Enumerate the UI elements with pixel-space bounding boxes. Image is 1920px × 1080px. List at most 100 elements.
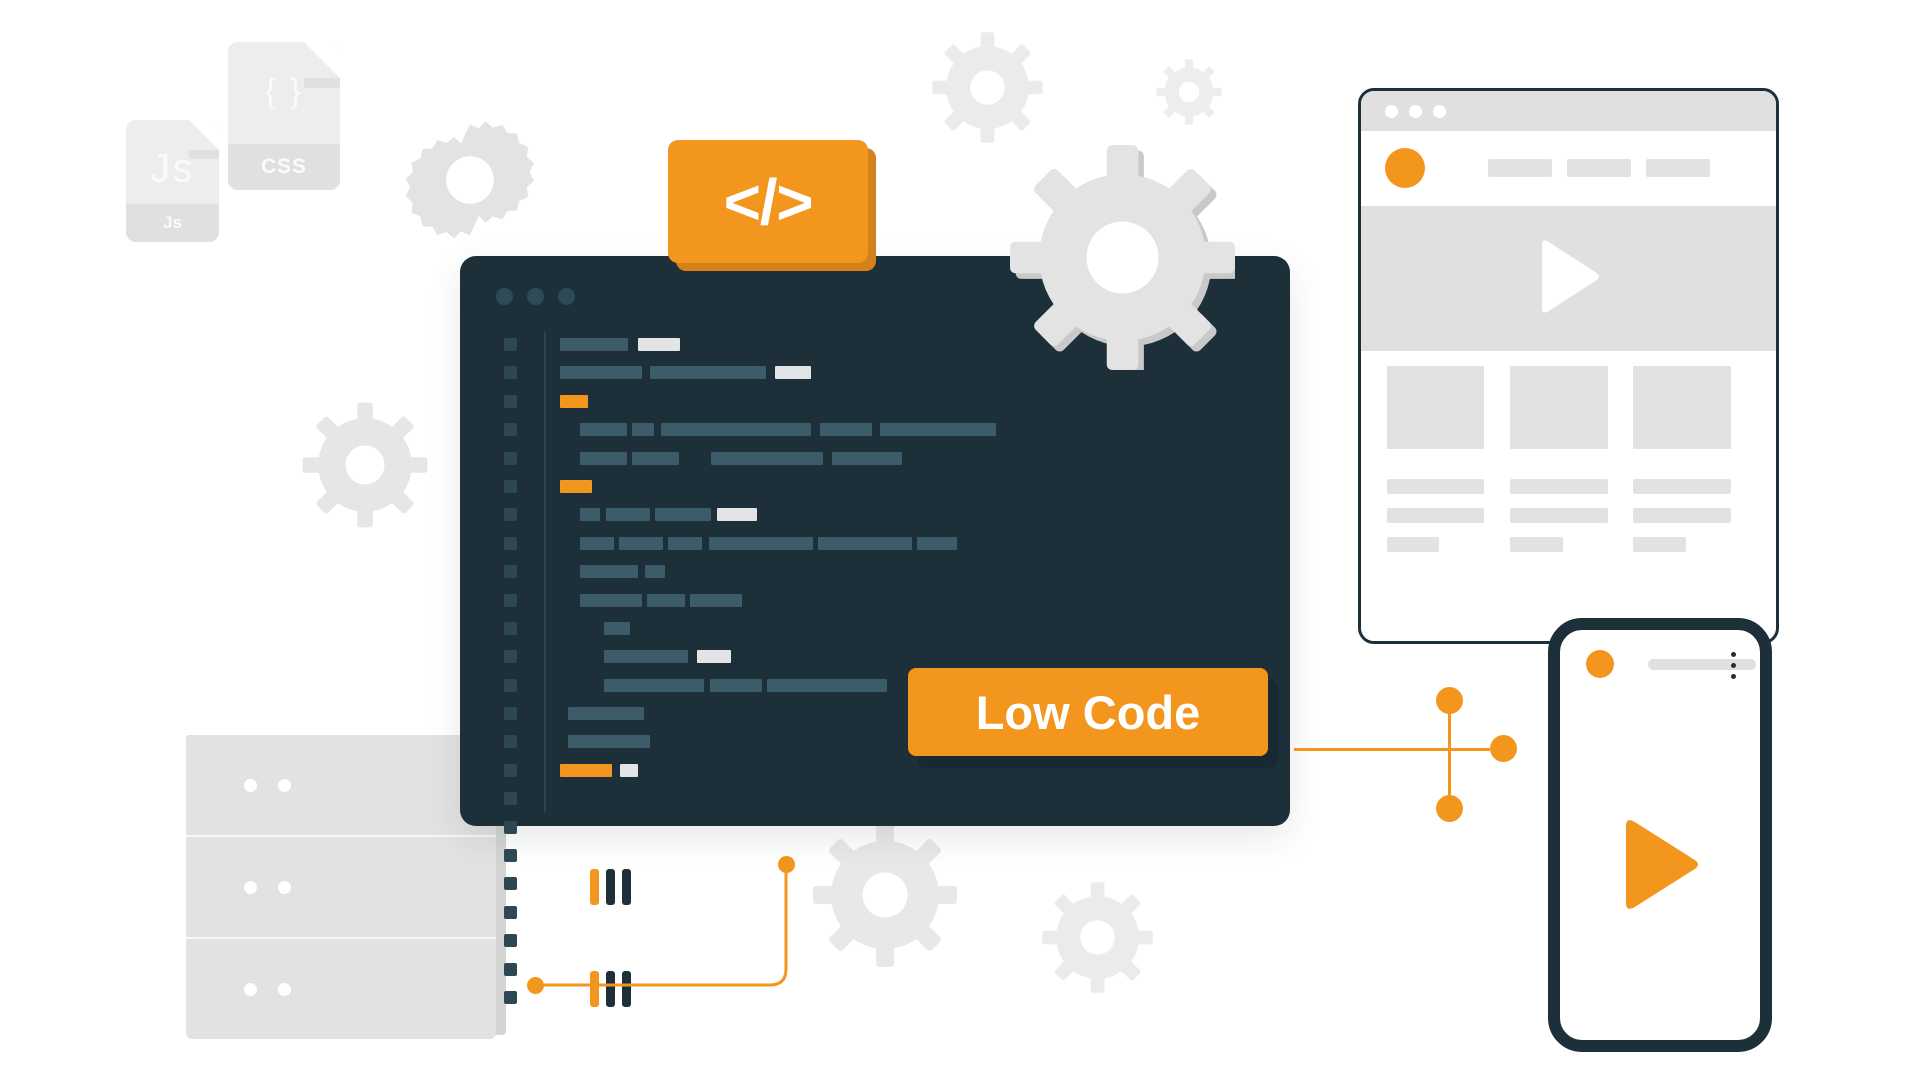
code-token [767,678,887,692]
phone-mockup[interactable] [1548,618,1772,1052]
code-token [604,650,688,664]
code-token [710,678,762,692]
card-text-line [1387,479,1484,494]
browser-dot-minimize[interactable] [1409,105,1422,118]
gear-icon-main [1010,145,1235,370]
card-thumbnail [1633,366,1731,449]
gear-icon-small-top [930,30,1045,145]
code-line [560,508,1290,522]
code-token [880,423,996,437]
browser-dot-maximize[interactable] [1433,105,1446,118]
card-thumbnail [1387,366,1484,449]
code-string-token [717,508,757,522]
code-keyword-token [560,394,588,408]
code-line-number [504,877,517,891]
server-status-dot [244,779,257,792]
connector-node [527,977,544,994]
window-dot-maximize[interactable] [558,288,575,305]
illustration-canvas: { } CSS Js Js </> Low Code [0,0,1920,1080]
low-code-button-label: Low Code [975,685,1201,739]
phone-title-pill [1648,659,1756,670]
nav-item-3[interactable] [1646,159,1710,177]
gear-icon-tiny-top [1155,58,1223,126]
code-token [709,536,813,550]
connector-node-bottom [1436,795,1463,822]
server-status-dot [278,983,291,996]
content-card-2[interactable] [1510,366,1608,552]
browser-dot-close[interactable] [1385,105,1398,118]
code-line [560,451,1290,465]
code-line [560,593,1290,607]
code-line-number [504,962,517,976]
card-text-line [1510,537,1563,552]
server-status-dot [278,881,291,894]
code-line-number [504,650,517,664]
code-keyword-token [560,479,592,493]
code-line-number [504,366,517,380]
nav-item-1[interactable] [1488,159,1552,177]
card-text-line [1387,537,1440,552]
avatar[interactable] [1586,650,1614,678]
css-file-badge: { } CSS [228,42,340,190]
kebab-menu-icon[interactable] [1731,652,1736,657]
code-line-number [504,990,517,1004]
gear-icon-bottom-center [810,820,960,970]
code-string-token [620,763,638,777]
code-token [604,621,630,635]
code-token [690,593,742,607]
browser-hero-video[interactable] [1361,206,1776,351]
code-line-number [504,338,517,351]
code-gutter-rule [544,332,546,812]
css-file-brace: { } [264,72,304,111]
code-token [632,423,654,437]
code-string-token [697,650,731,664]
connector-node-top [1436,687,1463,714]
code-token [580,593,642,607]
play-icon[interactable] [1616,815,1704,920]
code-token [661,423,811,437]
code-token [650,366,766,380]
phone-app-header [1560,630,1760,694]
code-line-number [504,621,517,635]
window-dot-minimize[interactable] [527,288,544,305]
code-token [580,536,614,550]
code-line-number [504,820,517,834]
server-rack-3 [186,939,647,1039]
window-dot-close[interactable] [496,288,513,305]
js-file-badge: Js Js [126,120,219,242]
code-token [820,423,872,437]
code-token [568,707,644,721]
code-token [917,536,957,550]
code-line [560,763,1290,777]
code-line [560,394,1290,408]
kebab-menu-icon[interactable] [1731,663,1736,668]
code-string-token [775,366,811,380]
code-token [647,593,685,607]
code-line [560,621,1290,635]
play-icon[interactable] [1534,236,1604,321]
gear-icon-left-mid [300,400,430,530]
code-line-number [504,678,517,692]
card-text-line [1510,479,1608,494]
card-thumbnail [1510,366,1608,449]
code-line [560,650,1290,664]
connector-node-right [1490,735,1517,762]
code-token [604,678,704,692]
content-card-3[interactable] [1633,366,1731,552]
nav-item-2[interactable] [1567,159,1631,177]
code-tags-icon: </> [723,165,814,238]
low-code-button[interactable]: Low Code [908,668,1268,756]
code-line-number [504,394,517,408]
kebab-menu-icon[interactable] [1731,674,1736,679]
code-token [580,423,627,437]
browser-navbar [1361,131,1776,206]
content-card-1[interactable] [1387,366,1484,552]
browser-window[interactable] [1358,88,1779,644]
code-token [606,508,650,522]
gear-icon-top-left [400,110,540,250]
code-line [560,536,1290,550]
code-line-number [504,849,517,863]
js-file-label: Js [126,204,219,242]
server-status-dot [278,779,291,792]
code-line-number [504,536,517,550]
